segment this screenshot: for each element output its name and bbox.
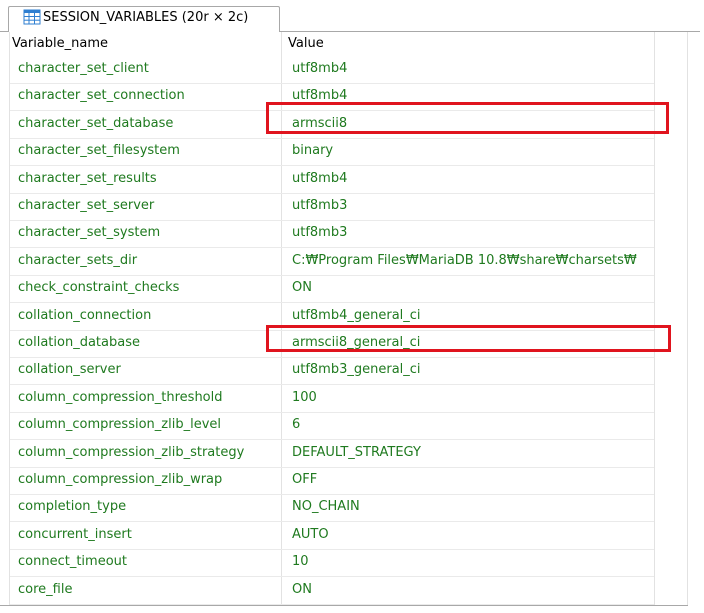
cell-variable-name[interactable]: collation_database	[18, 335, 140, 350]
table-row[interactable]: character_sets_dir C:₩Program Files₩Maria…	[10, 248, 654, 276]
cell-variable-name[interactable]: character_set_filesystem	[18, 143, 180, 158]
cell-value[interactable]: NO_CHAIN	[292, 499, 360, 514]
cell-value[interactable]: binary	[292, 143, 333, 158]
cell-value[interactable]: utf8mb4	[292, 61, 347, 76]
cell-value[interactable]: utf8mb4_general_ci	[292, 308, 421, 323]
grid-column-divider	[687, 32, 688, 606]
cell-variable-name[interactable]: check_constraint_checks	[18, 280, 179, 295]
cell-variable-name[interactable]: completion_type	[18, 499, 126, 514]
cell-value[interactable]: utf8mb3_general_ci	[292, 362, 421, 377]
table-row[interactable]: core_file ON	[10, 577, 654, 605]
tab-session-variables[interactable]: SESSION_VARIABLES (20r × 2c)	[8, 6, 280, 32]
cell-value[interactable]: utf8mb3	[292, 225, 347, 240]
table-row[interactable]: character_set_server utf8mb3	[10, 193, 654, 221]
table-row[interactable]: column_compression_threshold 100	[10, 385, 654, 413]
table-row[interactable]: completion_type NO_CHAIN	[10, 494, 654, 523]
tab-strip: SESSION_VARIABLES (20r × 2c)	[0, 0, 704, 32]
cell-variable-name[interactable]: character_set_system	[18, 225, 160, 240]
table-row[interactable]: collation_server utf8mb3_general_ci	[10, 357, 654, 386]
grid-bottom-border	[0, 605, 688, 606]
column-header-variable-name[interactable]: Variable_name	[12, 36, 108, 51]
table-row[interactable]: check_constraint_checks ON	[10, 275, 654, 304]
table-row[interactable]: column_compression_zlib_level 6	[10, 412, 654, 441]
cell-value[interactable]: ON	[292, 280, 312, 295]
cell-variable-name[interactable]: core_file	[18, 582, 72, 597]
table-row[interactable]: character_set_results utf8mb4	[10, 166, 654, 194]
cell-variable-name[interactable]: character_set_database	[18, 116, 173, 131]
cell-variable-name[interactable]: column_compression_threshold	[18, 390, 223, 405]
cell-variable-name[interactable]: column_compression_zlib_level	[18, 417, 221, 432]
cell-variable-name[interactable]: character_set_connection	[18, 88, 185, 103]
cell-value[interactable]: AUTO	[292, 527, 329, 542]
table-row[interactable]: connect_timeout 10	[10, 549, 654, 578]
cell-variable-name[interactable]: character_set_client	[18, 61, 149, 76]
cell-value[interactable]: utf8mb4	[292, 171, 347, 186]
table-icon	[23, 9, 41, 25]
table-row[interactable]: column_compression_zlib_wrap OFF	[10, 467, 654, 495]
tab-label: SESSION_VARIABLES (20r × 2c)	[43, 10, 249, 25]
grid-header: Variable_name Value	[10, 32, 654, 56]
cell-value[interactable]: 10	[292, 554, 309, 569]
cell-value[interactable]: C:₩Program Files₩MariaDB 10.8₩share₩char…	[292, 253, 637, 268]
highlight-box-collation-database	[266, 325, 671, 352]
cell-variable-name[interactable]: character_sets_dir	[18, 253, 137, 268]
table-row[interactable]: character_set_client utf8mb4	[10, 56, 654, 84]
cell-variable-name[interactable]: collation_server	[18, 362, 121, 377]
cell-variable-name[interactable]: column_compression_zlib_strategy	[18, 445, 244, 460]
cell-value[interactable]: utf8mb3	[292, 198, 347, 213]
cell-variable-name[interactable]: character_set_results	[18, 171, 157, 186]
cell-variable-name[interactable]: collation_connection	[18, 308, 151, 323]
cell-variable-name[interactable]: column_compression_zlib_wrap	[18, 472, 222, 487]
cell-variable-name[interactable]: concurrent_insert	[18, 527, 132, 542]
cell-value[interactable]: 6	[292, 417, 300, 432]
cell-value[interactable]: OFF	[292, 472, 317, 487]
table-row[interactable]: concurrent_insert AUTO	[10, 522, 654, 550]
cell-value[interactable]: DEFAULT_STRATEGY	[292, 445, 421, 460]
cell-variable-name[interactable]: connect_timeout	[18, 554, 127, 569]
table-row[interactable]: column_compression_zlib_strategy DEFAULT_…	[10, 440, 654, 468]
table-row[interactable]: character_set_filesystem binary	[10, 138, 654, 167]
table-row[interactable]: character_set_system utf8mb3	[10, 220, 654, 249]
highlight-box-character-set-database	[266, 102, 669, 134]
cell-variable-name[interactable]: character_set_server	[18, 198, 154, 213]
cell-value[interactable]: 100	[292, 390, 317, 405]
cell-value[interactable]: ON	[292, 582, 312, 597]
column-header-value[interactable]: Value	[288, 36, 324, 51]
